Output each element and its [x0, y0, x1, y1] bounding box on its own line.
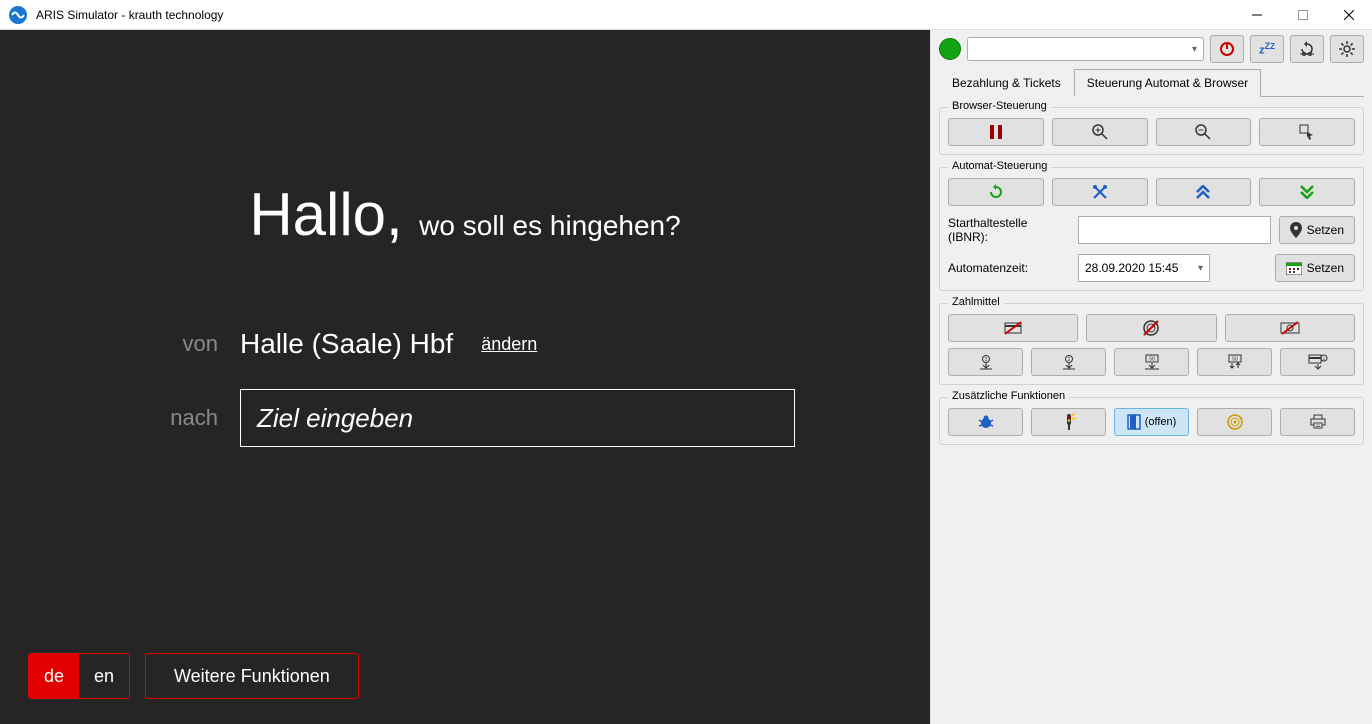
settings-button[interactable]: [1330, 35, 1364, 63]
group-automat-title: Automat-Steuerung: [948, 160, 1051, 172]
destination-placeholder: Ziel eingeben: [257, 403, 413, 434]
group-payment-title: Zahlmittel: [948, 296, 1004, 308]
coin-insert-1-button[interactable]: 1: [948, 348, 1023, 376]
note-split-50-button[interactable]: 50: [1197, 348, 1272, 376]
maximize-button: [1280, 0, 1326, 30]
svg-text:1: 1: [984, 357, 987, 363]
titlebar: ARIS Simulator - krauth technology: [0, 0, 1372, 30]
language-toggle: de en: [28, 653, 130, 699]
chevron-down-icon: ▾: [1192, 44, 1197, 55]
time-combo[interactable]: 28.09.2020 15:45 ▾: [1078, 254, 1210, 282]
lang-en[interactable]: en: [79, 654, 129, 698]
minimize-button[interactable]: [1234, 0, 1280, 30]
tab-payment-tickets[interactable]: Bezahlung & Tickets: [939, 69, 1074, 97]
group-extra: Zusätzliche Funktionen (offen): [939, 397, 1364, 445]
close-button[interactable]: [1326, 0, 1372, 30]
reset-position-button[interactable]: [1290, 35, 1324, 63]
disable-notes-button[interactable]: [1225, 314, 1355, 342]
pause-button[interactable]: [948, 118, 1044, 146]
start-stop-label: Starthaltestelle (IBNR):: [948, 216, 1070, 244]
to-label: nach: [145, 405, 240, 431]
coin-insert-2-button[interactable]: 2: [1031, 348, 1106, 376]
group-browser-control: Browser-Steuerung: [939, 107, 1364, 155]
door-open-button[interactable]: (offen): [1114, 408, 1189, 436]
calendar-icon: [1286, 261, 1302, 275]
svg-text:2: 2: [1067, 357, 1070, 363]
group-extra-title: Zusätzliche Funktionen: [948, 390, 1069, 402]
change-from-link[interactable]: ändern: [481, 334, 537, 355]
signal-button[interactable]: [1031, 408, 1106, 436]
sleep-button[interactable]: zZZ: [1250, 35, 1284, 63]
note-insert-50-button[interactable]: 50: [1114, 348, 1189, 376]
disable-card-button[interactable]: [948, 314, 1078, 342]
time-label: Automatenzeit:: [948, 261, 1070, 275]
disable-coins-button[interactable]: [1086, 314, 1216, 342]
group-browser-title: Browser-Steuerung: [948, 100, 1051, 112]
power-button[interactable]: [1210, 35, 1244, 63]
greeting-headline: Hallo,: [249, 181, 402, 248]
start-stop-set-button[interactable]: Setzen: [1279, 216, 1355, 244]
from-station: Halle (Saale) Hbf: [240, 328, 453, 360]
zoom-out-button[interactable]: [1156, 118, 1252, 146]
zoom-in-button[interactable]: [1052, 118, 1148, 146]
pin-icon: [1290, 222, 1302, 238]
start-stop-input[interactable]: [1078, 216, 1271, 244]
from-label: von: [145, 331, 240, 357]
card-coin-button[interactable]: 2: [1280, 348, 1355, 376]
kiosk-screen: Hallo, wo soll es hingehen? von Halle (S…: [0, 30, 930, 724]
profile-combo[interactable]: ▾: [967, 37, 1204, 61]
destination-input[interactable]: Ziel eingeben: [240, 389, 795, 447]
restart-button[interactable]: [948, 178, 1044, 206]
disc-button[interactable]: [1197, 408, 1272, 436]
greeting-sub: wo soll es hingehen?: [419, 210, 681, 241]
print-button[interactable]: [1280, 408, 1355, 436]
svg-text:50: 50: [1232, 357, 1238, 363]
maintenance-button[interactable]: [1052, 178, 1148, 206]
status-indicator: [939, 38, 961, 60]
select-region-button[interactable]: [1259, 118, 1355, 146]
app-icon: [6, 3, 30, 27]
svg-text:50: 50: [1149, 357, 1155, 363]
time-set-button[interactable]: Setzen: [1275, 254, 1355, 282]
more-functions-button[interactable]: Weitere Funktionen: [145, 653, 359, 699]
control-panel: ▾ zZZ Bezahlung & Tickets Steuerung Auto…: [930, 30, 1372, 724]
scroll-down-button[interactable]: [1259, 178, 1355, 206]
window-title: ARIS Simulator - krauth technology: [36, 8, 1234, 22]
debug-button[interactable]: [948, 408, 1023, 436]
group-automat-control: Automat-Steuerung Starthaltestelle (IBNR…: [939, 167, 1364, 291]
tab-automat-browser[interactable]: Steuerung Automat & Browser: [1074, 69, 1261, 97]
group-payment: Zahlmittel 1 2 50 50 2: [939, 303, 1364, 385]
scroll-up-button[interactable]: [1156, 178, 1252, 206]
lang-de[interactable]: de: [29, 654, 79, 698]
chevron-down-icon: ▾: [1198, 263, 1203, 274]
